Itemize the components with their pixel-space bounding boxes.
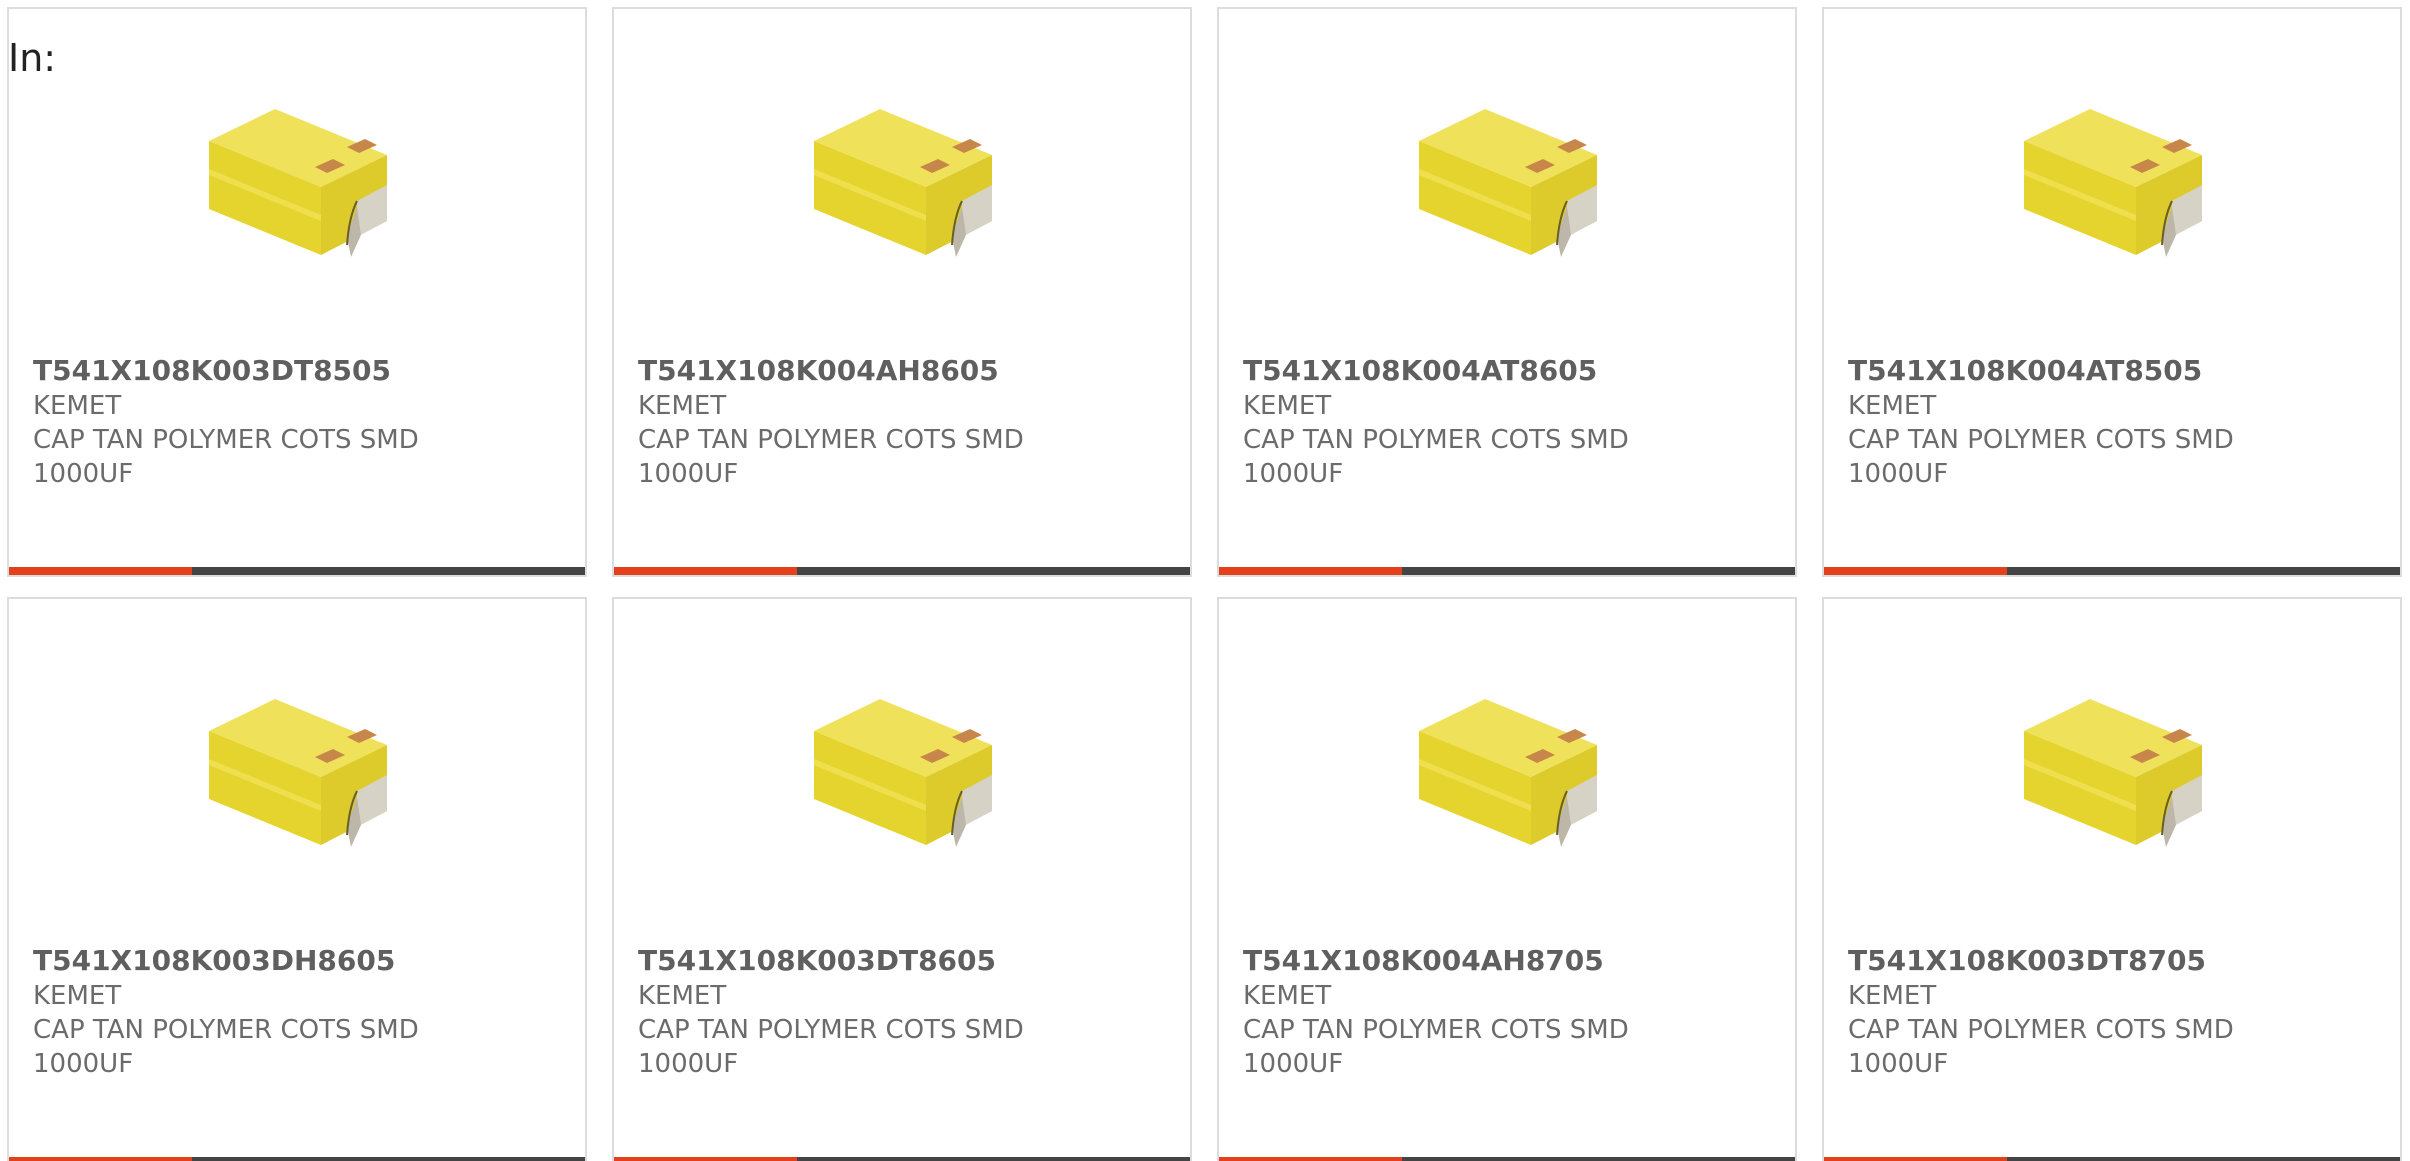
product-card[interactable]: T541X108K004AH8605 KEMET CAP TAN POLYMER… <box>612 7 1192 577</box>
manufacturer: KEMET <box>33 981 122 1011</box>
product-image[interactable] <box>614 687 1190 867</box>
manufacturer: KEMET <box>1243 391 1332 421</box>
card-accent-bar <box>1219 567 1402 575</box>
manufacturer: KEMET <box>1243 981 1332 1011</box>
product-image[interactable] <box>1219 687 1795 867</box>
part-number[interactable]: T541X108K004AT8605 <box>1243 353 1775 389</box>
tantalum-capacitor-icon <box>2024 109 2202 257</box>
card-accent-bar <box>1824 567 2007 575</box>
product-text: T541X108K003DT8505 KEMET CAP TAN POLYMER… <box>33 353 565 491</box>
in-label: In: <box>8 36 57 80</box>
manufacturer: KEMET <box>33 391 122 421</box>
manufacturer: KEMET <box>1848 391 1937 421</box>
part-number[interactable]: T541X108K003DH8605 <box>33 943 565 979</box>
part-number[interactable]: T541X108K003DT8605 <box>638 943 1170 979</box>
tantalum-capacitor-icon <box>1419 699 1597 847</box>
product-text: T541X108K004AT8505 KEMET CAP TAN POLYMER… <box>1848 353 2380 491</box>
product-image[interactable] <box>614 97 1190 277</box>
tantalum-capacitor-icon <box>2024 699 2202 847</box>
part-number[interactable]: T541X108K004AH8605 <box>638 353 1170 389</box>
card-bottom-bar <box>1824 1157 2400 1161</box>
product-image[interactable] <box>9 687 585 867</box>
page: In: T541X108K003DT8505 KEMET CAP TAN POL… <box>0 0 2410 1161</box>
card-bottom-bar <box>9 1157 585 1161</box>
card-accent-bar <box>9 567 192 575</box>
card-accent-bar <box>1219 1157 1402 1161</box>
product-text: T541X108K003DT8605 KEMET CAP TAN POLYMER… <box>638 943 1170 1081</box>
product-image[interactable] <box>1219 97 1795 277</box>
product-card[interactable]: T541X108K003DT8605 KEMET CAP TAN POLYMER… <box>612 597 1192 1161</box>
manufacturer: KEMET <box>638 981 727 1011</box>
product-text: T541X108K004AH8705 KEMET CAP TAN POLYMER… <box>1243 943 1775 1081</box>
description: CAP TAN POLYMER COTS SMD 1000UF <box>1243 425 1629 489</box>
tantalum-capacitor-icon <box>209 699 387 847</box>
description: CAP TAN POLYMER COTS SMD 1000UF <box>1848 1015 2234 1079</box>
product-card[interactable]: T541X108K004AT8605 KEMET CAP TAN POLYMER… <box>1217 7 1797 577</box>
description: CAP TAN POLYMER COTS SMD 1000UF <box>33 1015 419 1079</box>
product-card[interactable]: T541X108K003DT8505 KEMET CAP TAN POLYMER… <box>7 7 587 577</box>
description: CAP TAN POLYMER COTS SMD 1000UF <box>638 425 1024 489</box>
product-text: T541X108K004AT8605 KEMET CAP TAN POLYMER… <box>1243 353 1775 491</box>
card-accent-bar <box>1824 1157 2007 1161</box>
part-number[interactable]: T541X108K003DT8505 <box>33 353 565 389</box>
product-card[interactable]: T541X108K004AH8705 KEMET CAP TAN POLYMER… <box>1217 597 1797 1161</box>
card-accent-bar <box>614 567 797 575</box>
card-bottom-bar <box>1219 1157 1795 1161</box>
part-number[interactable]: T541X108K003DT8705 <box>1848 943 2380 979</box>
product-text: T541X108K003DT8705 KEMET CAP TAN POLYMER… <box>1848 943 2380 1081</box>
description: CAP TAN POLYMER COTS SMD 1000UF <box>638 1015 1024 1079</box>
part-number[interactable]: T541X108K004AH8705 <box>1243 943 1775 979</box>
tantalum-capacitor-icon <box>814 699 992 847</box>
card-bottom-bar <box>614 1157 1190 1161</box>
description: CAP TAN POLYMER COTS SMD 1000UF <box>1243 1015 1629 1079</box>
product-card[interactable]: T541X108K004AT8505 KEMET CAP TAN POLYMER… <box>1822 7 2402 577</box>
manufacturer: KEMET <box>1848 981 1937 1011</box>
card-bottom-bar <box>1824 567 2400 575</box>
product-image[interactable] <box>1824 687 2400 867</box>
product-text: T541X108K003DH8605 KEMET CAP TAN POLYMER… <box>33 943 565 1081</box>
tantalum-capacitor-icon <box>814 109 992 257</box>
card-accent-bar <box>614 1157 797 1161</box>
tantalum-capacitor-icon <box>209 109 387 257</box>
product-text: T541X108K004AH8605 KEMET CAP TAN POLYMER… <box>638 353 1170 491</box>
product-image[interactable] <box>1824 97 2400 277</box>
product-card[interactable]: T541X108K003DH8605 KEMET CAP TAN POLYMER… <box>7 597 587 1161</box>
part-number[interactable]: T541X108K004AT8505 <box>1848 353 2380 389</box>
card-bottom-bar <box>1219 567 1795 575</box>
product-image[interactable] <box>9 97 585 277</box>
tantalum-capacitor-icon <box>1419 109 1597 257</box>
description: CAP TAN POLYMER COTS SMD 1000UF <box>33 425 419 489</box>
card-bottom-bar <box>614 567 1190 575</box>
product-card[interactable]: T541X108K003DT8705 KEMET CAP TAN POLYMER… <box>1822 597 2402 1161</box>
manufacturer: KEMET <box>638 391 727 421</box>
card-bottom-bar <box>9 567 585 575</box>
description: CAP TAN POLYMER COTS SMD 1000UF <box>1848 425 2234 489</box>
product-grid: T541X108K003DT8505 KEMET CAP TAN POLYMER… <box>7 7 2402 1161</box>
card-accent-bar <box>9 1157 192 1161</box>
